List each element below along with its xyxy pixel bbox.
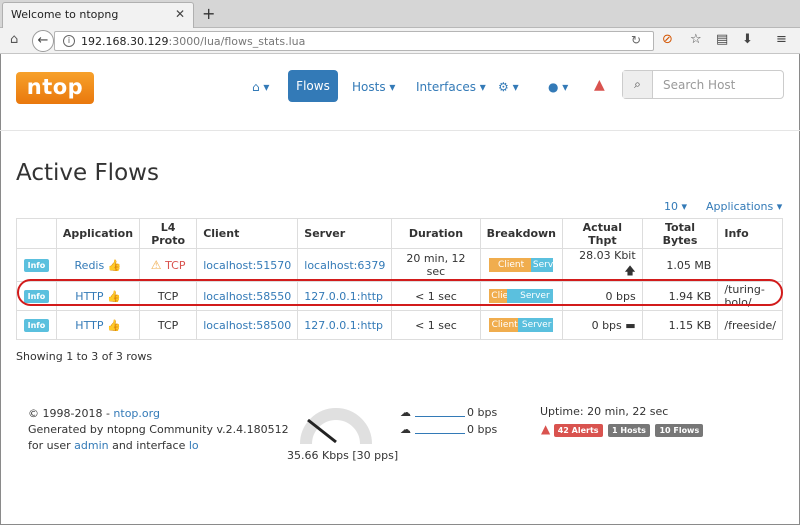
ntop-logo[interactable]: ntop — [16, 72, 94, 104]
duration-cell: 20 min, 12 sec — [391, 248, 481, 282]
info-button[interactable]: Info — [23, 319, 50, 332]
thpt-cell: 0 bps — [591, 318, 622, 332]
download-icon[interactable]: ⬇ — [742, 32, 753, 47]
breakdown-server: Server — [530, 258, 554, 272]
flows-badge[interactable]: 10 Flows — [655, 424, 704, 437]
divider — [0, 130, 800, 131]
warning-icon: ⚠ — [150, 258, 162, 272]
info-cell: /freeside/ — [717, 310, 783, 340]
breakdown-bar: ClientServer — [489, 258, 554, 272]
breakdown-client: Client — [489, 258, 531, 272]
proto-cell: TCP — [139, 310, 198, 340]
minus-icon: ▬ — [625, 318, 636, 332]
download-cloud-icon: ☁ — [400, 423, 411, 436]
search-host[interactable]: ⌕ Search Host — [622, 70, 784, 99]
info-button[interactable]: Info — [23, 259, 50, 272]
reload-icon[interactable]: ↻ — [631, 33, 641, 47]
addon-icon[interactable]: ⊘ — [662, 32, 673, 47]
menu-icon[interactable]: ≡ — [776, 32, 787, 47]
col-client[interactable]: Client — [196, 218, 299, 249]
copyright-text: © 1998-2018 - — [28, 407, 114, 420]
col-server[interactable]: Server — [297, 218, 393, 249]
table-row: Info Redis 👍 ⚠ TCP localhost:51570 local… — [16, 248, 783, 282]
col-l4-proto[interactable]: L4 Proto — [139, 218, 198, 249]
user-link[interactable]: admin — [74, 439, 108, 452]
url-host: 192.168.30.129 — [81, 35, 169, 48]
breakdown-server: Server — [518, 318, 554, 332]
bytes-cell: 1.15 KB — [641, 310, 719, 340]
upload-sparkline — [415, 416, 465, 417]
page-title: Active Flows — [16, 160, 159, 186]
home-menu-icon[interactable]: ⌂ ▾ — [252, 80, 269, 94]
table-row: Info HTTP 👍 TCP localhost:58500 127.0.0.… — [16, 310, 783, 340]
table-header-row: Application L4 Proto Client Server Durat… — [16, 218, 783, 249]
close-tab-icon[interactable]: ✕ — [175, 7, 185, 21]
star-icon[interactable]: ☆ — [690, 32, 702, 47]
col-breakdown: Breakdown — [479, 218, 564, 249]
tab-bar: Welcome to ntopng ✕ + — [0, 0, 800, 28]
reader-icon[interactable]: ▤ — [716, 32, 728, 47]
nav-hosts[interactable]: Hosts ▾ — [352, 80, 395, 94]
thpt-cell: 28.03 Kbit — [579, 249, 636, 262]
alerts-warning-icon[interactable]: ▲ — [594, 77, 605, 93]
col-duration[interactable]: Duration — [391, 218, 481, 249]
arrow-up-icon: 🡅 — [624, 264, 636, 277]
hosts-badge[interactable]: 1 Hosts — [608, 424, 650, 437]
gauge-label: 35.66 Kbps [30 pps] — [287, 449, 399, 462]
applications-filter-select[interactable]: Applications ▾ — [706, 200, 782, 213]
upload-cloud-icon: ☁ — [400, 406, 411, 419]
upload-rate: 0 bps — [467, 406, 498, 419]
ntop-org-link[interactable]: ntop.org — [113, 407, 160, 420]
interface-link[interactable]: lo — [189, 439, 199, 452]
uptime-text: Uptime: 20 min, 22 sec — [540, 405, 669, 418]
download-sparkline — [415, 433, 465, 434]
nav-interfaces[interactable]: Interfaces ▾ — [416, 80, 486, 94]
server-link[interactable]: localhost:6379 — [304, 259, 385, 272]
generated-text: Generated by ntopng Community v.2.4.1805… — [28, 423, 289, 436]
proto-cell: TCP — [165, 259, 186, 272]
bytes-cell: 1.05 MB — [641, 248, 719, 282]
row-highlight-circle — [17, 279, 783, 306]
throughput-gauge — [300, 408, 372, 445]
browser-toolbar: ⌂ ← i 192.168.30.129:3000/lua/flows_stat… — [0, 28, 800, 54]
client-link[interactable]: localhost:58500 — [203, 319, 291, 332]
new-tab-icon[interactable]: + — [202, 4, 215, 23]
for-user-text: for user — [28, 439, 75, 452]
thumbs-up-icon: 👍 — [107, 258, 122, 272]
col-info-text: Info — [717, 218, 783, 249]
info-cell — [717, 248, 783, 282]
status-badges: ▲ 42 Alerts 1 Hosts 10 Flows — [541, 422, 705, 437]
browser-tab[interactable]: Welcome to ntopng ✕ — [2, 2, 194, 28]
rows-per-page-select[interactable]: 10 ▾ — [664, 200, 687, 213]
breakdown-client: Client — [489, 318, 519, 332]
client-link[interactable]: localhost:51570 — [203, 259, 291, 272]
settings-gear-icon[interactable]: ⚙ ▾ — [498, 80, 519, 94]
url-path: :3000/lua/flows_stats.lua — [168, 35, 306, 48]
tab-title: Welcome to ntopng — [11, 8, 119, 21]
user-icon[interactable]: ● ▾ — [548, 80, 568, 94]
alerts-badge[interactable]: 42 Alerts — [553, 424, 603, 437]
breakdown-bar: ClientServer — [489, 318, 554, 332]
back-arrow-icon[interactable]: ← — [32, 30, 54, 52]
col-info — [16, 218, 57, 249]
pagination-summary: Showing 1 to 3 of 3 rows — [16, 350, 153, 363]
thumbs-up-icon: 👍 — [106, 318, 121, 332]
app-link[interactable]: Redis — [75, 259, 105, 272]
alert-warning-icon: ▲ — [541, 422, 551, 436]
app-link[interactable]: HTTP — [75, 319, 103, 332]
col-actual-thpt[interactable]: Actual Thpt — [562, 218, 643, 249]
download-rate: 0 bps — [467, 423, 498, 436]
duration-cell: < 1 sec — [391, 310, 481, 340]
url-bar[interactable]: i 192.168.30.129:3000/lua/flows_stats.lu… — [54, 31, 654, 51]
site-info-icon[interactable]: i — [63, 35, 75, 47]
home-icon[interactable]: ⌂ — [10, 32, 18, 47]
search-input[interactable]: Search Host — [663, 78, 735, 92]
footer-info: © 1998-2018 - ntop.org Generated by ntop… — [28, 406, 289, 454]
and-interface-text: and interface — [108, 439, 189, 452]
col-total-bytes[interactable]: Total Bytes — [641, 218, 719, 249]
col-application[interactable]: Application — [55, 218, 141, 249]
nav-flows[interactable]: Flows — [288, 70, 338, 102]
server-link[interactable]: 127.0.0.1:http — [304, 319, 383, 332]
search-icon: ⌕ — [623, 71, 653, 98]
